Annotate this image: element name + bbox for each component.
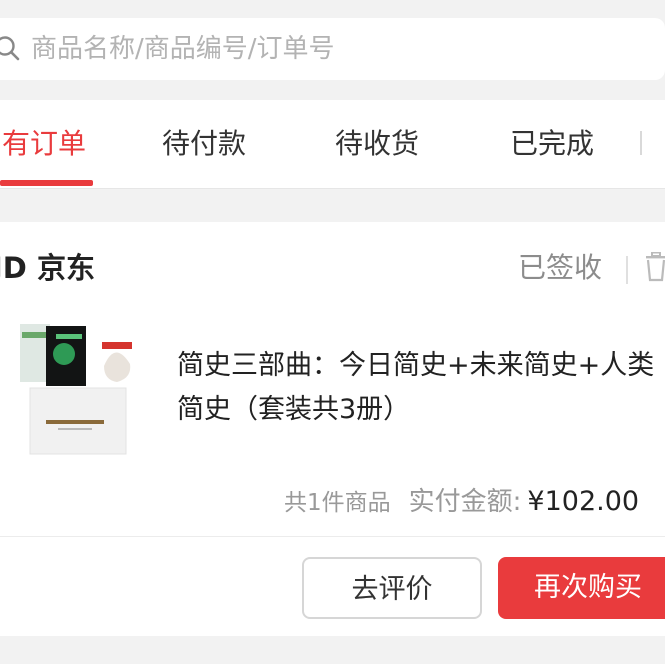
order-status: 已签收	[518, 251, 603, 284]
item-count: 共1件商品	[284, 490, 391, 516]
tab-pending-payment[interactable]: 待付款	[162, 100, 246, 188]
tab-completed[interactable]: 已完成	[510, 100, 594, 188]
status-divider	[626, 256, 628, 284]
paid-amount-label: 实付金额:	[408, 487, 522, 517]
paid-amount: ¥102.00	[527, 486, 640, 517]
active-tab-indicator	[0, 180, 93, 186]
product-title[interactable]: 简史三部曲：今日简史+未来简史+人类简史（套装共3册）	[177, 344, 657, 432]
shop-name[interactable]: JD 京东	[0, 246, 95, 290]
order-summary: 共1件商品 实付金额: ¥102.00	[284, 482, 639, 525]
order-card: JD 京东 已签收 简史三部曲：今日简史+未来简史+人类简史（套装共3册） 共1…	[0, 222, 665, 636]
product-image[interactable]	[12, 318, 137, 458]
search-icon[interactable]	[0, 35, 20, 61]
search-bar-area: 商品名称/商品编号/订单号	[0, 0, 665, 100]
buy-again-button[interactable]: 再次购买	[498, 557, 665, 619]
review-button[interactable]: 去评价	[302, 557, 482, 619]
tab-pending-receipt[interactable]: 待收货	[335, 100, 419, 188]
card-divider	[0, 536, 665, 537]
search-placeholder: 商品名称/商品编号/订单号	[31, 34, 335, 64]
tab-divider	[640, 131, 642, 155]
trash-icon[interactable]	[643, 252, 665, 282]
tab-all-orders[interactable]: 有订单	[2, 100, 86, 188]
order-tabs: 有订单 待付款 待收货 已完成	[0, 100, 665, 189]
